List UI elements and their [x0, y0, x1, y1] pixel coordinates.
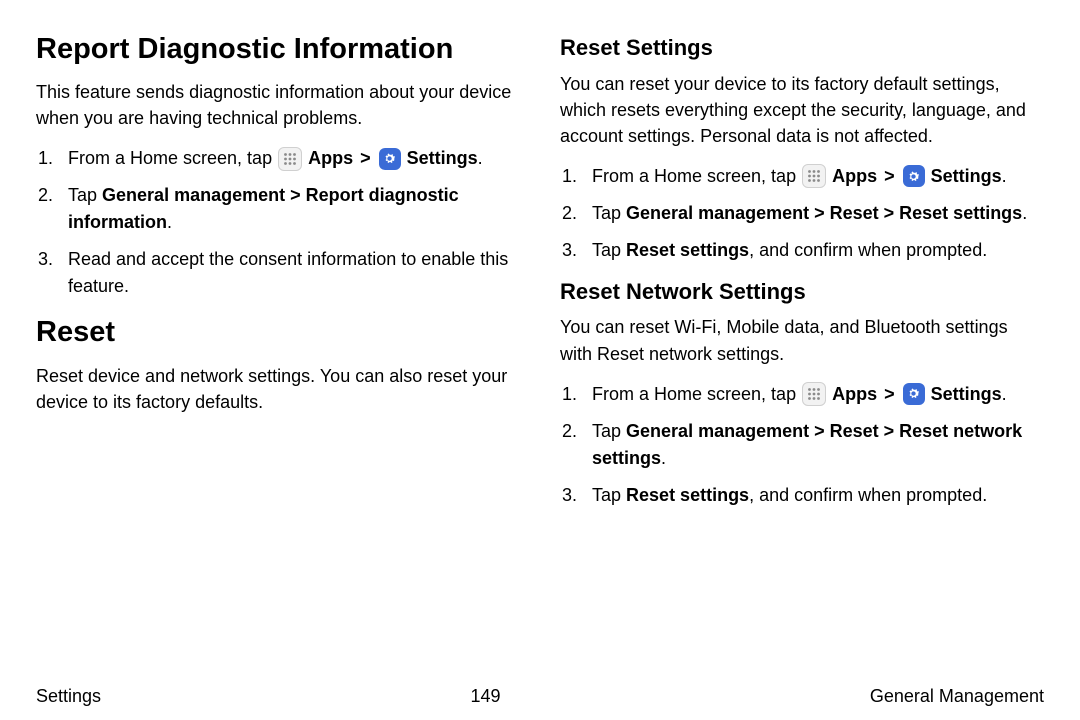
- heading-report-diagnostic: Report Diagnostic Information: [36, 31, 520, 67]
- page-footer: Settings 149 General Management: [0, 672, 1080, 720]
- footer-left: Settings: [36, 686, 101, 707]
- apps-label: Apps: [832, 166, 877, 186]
- heading-reset: Reset: [36, 314, 520, 350]
- settings-label: Settings: [407, 148, 478, 168]
- apps-icon: [802, 164, 826, 188]
- footer-right: General Management: [870, 686, 1044, 707]
- steps-report-diagnostic: From a Home screen, tap Apps > Settings.…: [36, 145, 520, 300]
- settings-label: Settings: [931, 166, 1002, 186]
- apps-icon: [278, 147, 302, 171]
- step-text: Tap: [592, 421, 626, 441]
- step-item: Read and accept the consent information …: [58, 246, 520, 300]
- left-column: Report Diagnostic Information This featu…: [36, 24, 520, 672]
- apps-label: Apps: [308, 148, 353, 168]
- right-column: Reset Settings You can reset your device…: [560, 24, 1044, 672]
- settings-gear-icon: [903, 383, 925, 405]
- step-item: Tap General management > Report diagnost…: [58, 182, 520, 236]
- step-text: From a Home screen, tap: [68, 148, 277, 168]
- step-bold: General management > Reset > Reset netwo…: [592, 421, 1022, 468]
- step-item: From a Home screen, tap Apps > Settings.: [582, 163, 1044, 190]
- settings-gear-icon: [379, 148, 401, 170]
- settings-gear-icon: [903, 165, 925, 187]
- period: .: [478, 148, 483, 168]
- apps-icon: [802, 382, 826, 406]
- page-body: Report Diagnostic Information This featu…: [0, 0, 1080, 672]
- step-text: Tap: [68, 185, 102, 205]
- step-bold: General management > Reset > Reset setti…: [626, 203, 1022, 223]
- step-item: Tap Reset settings, and confirm when pro…: [582, 482, 1044, 509]
- step-text: , and confirm when prompted.: [749, 485, 987, 505]
- period: .: [1022, 203, 1027, 223]
- step-item: Tap General management > Reset > Reset n…: [582, 418, 1044, 472]
- step-item: Tap Reset settings, and confirm when pro…: [582, 237, 1044, 264]
- step-bold: Reset settings: [626, 485, 749, 505]
- steps-reset-settings: From a Home screen, tap Apps > Settings.…: [560, 163, 1044, 264]
- intro-reset: Reset device and network settings. You c…: [36, 363, 520, 415]
- apps-label: Apps: [832, 384, 877, 404]
- period: .: [1002, 166, 1007, 186]
- step-text: Tap: [592, 485, 626, 505]
- step-bold: General management > Report diagnostic i…: [68, 185, 459, 232]
- period: .: [661, 448, 666, 468]
- steps-reset-network: From a Home screen, tap Apps > Settings.…: [560, 381, 1044, 509]
- heading-reset-network: Reset Network Settings: [560, 278, 1044, 307]
- period: .: [1002, 384, 1007, 404]
- step-item: From a Home screen, tap Apps > Settings.: [58, 145, 520, 172]
- step-bold: Reset settings: [626, 240, 749, 260]
- chevron-right-icon: >: [884, 384, 895, 404]
- intro-reset-network: You can reset Wi-Fi, Mobile data, and Bl…: [560, 314, 1044, 366]
- step-item: From a Home screen, tap Apps > Settings.: [582, 381, 1044, 408]
- step-text: From a Home screen, tap: [592, 384, 801, 404]
- footer-page-number: 149: [470, 686, 500, 707]
- intro-reset-settings: You can reset your device to its factory…: [560, 71, 1044, 149]
- step-text: Tap: [592, 240, 626, 260]
- chevron-right-icon: >: [884, 166, 895, 186]
- chevron-right-icon: >: [360, 148, 371, 168]
- period: .: [167, 212, 172, 232]
- intro-report-diagnostic: This feature sends diagnostic informatio…: [36, 79, 520, 131]
- heading-reset-settings: Reset Settings: [560, 34, 1044, 63]
- step-item: Tap General management > Reset > Reset s…: [582, 200, 1044, 227]
- step-text: From a Home screen, tap: [592, 166, 801, 186]
- step-text: , and confirm when prompted.: [749, 240, 987, 260]
- settings-label: Settings: [931, 384, 1002, 404]
- step-text: Tap: [592, 203, 626, 223]
